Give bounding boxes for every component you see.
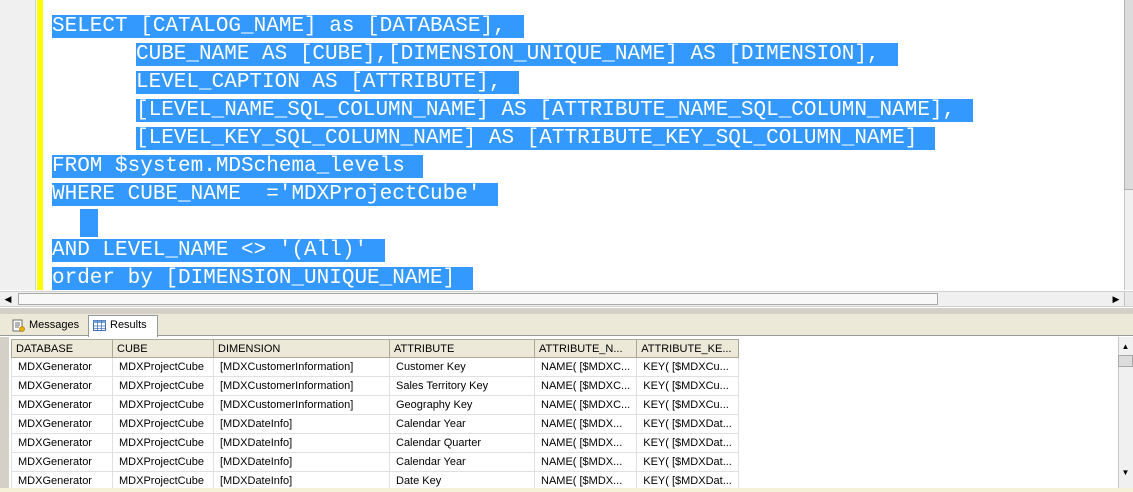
- scroll-down-icon[interactable]: ▼: [1118, 465, 1133, 480]
- scroll-right-icon[interactable]: ▶: [1108, 292, 1124, 306]
- grid-cell[interactable]: [MDXDateInfo]: [213, 433, 390, 453]
- query-editor[interactable]: SELECT [CATALOG_NAME] as [DATABASE], CUB…: [0, 0, 1133, 292]
- scroll-up-icon[interactable]: ▲: [1118, 339, 1133, 354]
- code-line[interactable]: LEVEL_CAPTION AS [ATTRIBUTE],: [52, 69, 973, 97]
- grid-cell[interactable]: Date Key: [389, 471, 535, 488]
- grid-cell[interactable]: MDXProjectCube: [112, 471, 214, 488]
- grid-cell[interactable]: [MDXCustomerInformation]: [213, 376, 390, 396]
- table-row[interactable]: MDXGenerator MDXProjectCube [MDXCustomer…: [11, 376, 739, 396]
- tab-results[interactable]: Results: [88, 315, 158, 337]
- table-row[interactable]: MDXGenerator MDXProjectCube [MDXDateInfo…: [11, 433, 739, 453]
- code-line[interactable]: AND LEVEL_NAME <> '(All)': [52, 237, 973, 265]
- column-header[interactable]: ATTRIBUTE_KE...: [636, 339, 739, 358]
- code-line[interactable]: [LEVEL_KEY_SQL_COLUMN_NAME] AS [ATTRIBUT…: [52, 125, 973, 153]
- scroll-left-icon[interactable]: ◀: [0, 292, 16, 306]
- grid-cell[interactable]: MDXProjectCube: [112, 433, 214, 453]
- results-tabstrip: Messages Results: [0, 314, 1133, 337]
- editor-vertical-scroll-thumb[interactable]: [1124, 0, 1133, 190]
- code-line[interactable]: FROM $system.MDSchema_levels: [52, 153, 973, 181]
- grid-cell[interactable]: NAME( [$MDX...: [533, 414, 638, 434]
- code-line[interactable]: [52, 209, 973, 237]
- tab-messages[interactable]: Messages: [8, 316, 88, 336]
- results-grid[interactable]: DATABASE CUBE DIMENSION ATTRIBUTE ATTRIB…: [11, 339, 739, 488]
- grid-cell[interactable]: MDXGenerator: [11, 376, 113, 396]
- status-bar: [0, 488, 1133, 492]
- grid-cell[interactable]: NAME( [$MDXC...: [533, 395, 638, 415]
- grid-cell[interactable]: Geography Key: [389, 395, 535, 415]
- table-row[interactable]: MDXGenerator MDXProjectCube [MDXCustomer…: [11, 395, 739, 415]
- column-header[interactable]: ATTRIBUTE: [389, 339, 535, 358]
- grid-cell[interactable]: KEY( [$MDXDat...: [636, 452, 739, 472]
- results-grid-icon: [93, 320, 106, 331]
- grid-cell[interactable]: NAME( [$MDX...: [533, 471, 638, 488]
- scroll-corner: [1124, 292, 1133, 306]
- code-line[interactable]: SELECT [CATALOG_NAME] as [DATABASE],: [52, 13, 973, 41]
- column-header[interactable]: CUBE: [112, 339, 214, 358]
- table-row[interactable]: MDXGenerator MDXProjectCube [MDXDateInfo…: [11, 414, 739, 434]
- editor-gutter: [0, 0, 36, 290]
- horizontal-scroll-thumb[interactable]: [18, 293, 938, 305]
- column-header[interactable]: DATABASE: [11, 339, 113, 358]
- grid-cell[interactable]: MDXProjectCube: [112, 452, 214, 472]
- grid-cell[interactable]: NAME( [$MDX...: [533, 433, 638, 453]
- grid-cell[interactable]: Calendar Quarter: [389, 433, 535, 453]
- tab-results-label: Results: [110, 319, 147, 331]
- grid-vertical-scroll-thumb[interactable]: [1118, 355, 1133, 367]
- grid-cell[interactable]: KEY( [$MDXDat...: [636, 433, 739, 453]
- code-line[interactable]: WHERE CUBE_NAME ='MDXProjectCube': [52, 181, 973, 209]
- grid-cell[interactable]: MDXGenerator: [11, 414, 113, 434]
- grid-cell[interactable]: NAME( [$MDXC...: [533, 357, 638, 377]
- grid-cell[interactable]: NAME( [$MDX...: [533, 452, 638, 472]
- change-indicator-bar: [37, 0, 43, 290]
- code-line[interactable]: order by [DIMENSION_UNIQUE_NAME]: [52, 265, 973, 292]
- column-header[interactable]: DIMENSION: [213, 339, 390, 358]
- grid-cell[interactable]: MDXGenerator: [11, 452, 113, 472]
- grid-cell[interactable]: KEY( [$MDXDat...: [636, 471, 739, 488]
- query-text[interactable]: SELECT [CATALOG_NAME] as [DATABASE], CUB…: [52, 13, 974, 292]
- grid-cell[interactable]: MDXGenerator: [11, 395, 113, 415]
- grid-cell[interactable]: KEY( [$MDXCu...: [636, 357, 739, 377]
- grid-cell[interactable]: MDXGenerator: [11, 433, 113, 453]
- grid-cell[interactable]: Calendar Year: [389, 414, 535, 434]
- table-row[interactable]: MDXGenerator MDXProjectCube [MDXCustomer…: [11, 357, 739, 377]
- column-header[interactable]: ATTRIBUTE_N...: [533, 339, 638, 358]
- grid-cell[interactable]: MDXProjectCube: [112, 376, 214, 396]
- table-row[interactable]: MDXGenerator MDXProjectCube [MDXDateInfo…: [11, 452, 739, 472]
- grid-cell[interactable]: Sales Territory Key: [389, 376, 535, 396]
- tab-messages-label: Messages: [29, 319, 80, 331]
- grid-cell[interactable]: [MDXCustomerInformation]: [213, 357, 390, 377]
- grid-cell[interactable]: [MDXDateInfo]: [213, 414, 390, 434]
- grid-cell[interactable]: MDXProjectCube: [112, 357, 214, 377]
- grid-cell[interactable]: [MDXDateInfo]: [213, 471, 390, 488]
- results-grid-area[interactable]: DATABASE CUBE DIMENSION ATTRIBUTE ATTRIB…: [0, 337, 1133, 488]
- grid-header-row: DATABASE CUBE DIMENSION ATTRIBUTE ATTRIB…: [11, 339, 739, 358]
- code-line[interactable]: [LEVEL_NAME_SQL_COLUMN_NAME] AS [ATTRIBU…: [52, 97, 974, 125]
- grid-cell[interactable]: MDXGenerator: [11, 471, 113, 488]
- grid-cell[interactable]: NAME( [$MDXC...: [533, 376, 638, 396]
- code-line[interactable]: CUBE_NAME AS [CUBE],[DIMENSION_UNIQUE_NA…: [52, 41, 973, 69]
- grid-vertical-scrollbar[interactable]: ▲ ▼: [1118, 337, 1133, 488]
- grid-cell[interactable]: MDXProjectCube: [112, 395, 214, 415]
- table-row[interactable]: MDXGenerator MDXProjectCube [MDXDateInfo…: [11, 471, 739, 488]
- grid-cell[interactable]: MDXProjectCube: [112, 414, 214, 434]
- editor-horizontal-scrollbar[interactable]: ◀ ▶: [0, 291, 1133, 307]
- grid-cell[interactable]: KEY( [$MDXCu...: [636, 395, 739, 415]
- grid-cell[interactable]: Customer Key: [389, 357, 535, 377]
- grid-cell[interactable]: [MDXCustomerInformation]: [213, 395, 390, 415]
- grid-cell[interactable]: Calendar Year: [389, 452, 535, 472]
- editor-vertical-scrollbar[interactable]: [1124, 0, 1133, 290]
- messages-icon: [12, 319, 25, 332]
- grid-cell[interactable]: KEY( [$MDXCu...: [636, 376, 739, 396]
- grid-cell[interactable]: KEY( [$MDXDat...: [636, 414, 739, 434]
- grid-cell[interactable]: MDXGenerator: [11, 357, 113, 377]
- grid-cell[interactable]: [MDXDateInfo]: [213, 452, 390, 472]
